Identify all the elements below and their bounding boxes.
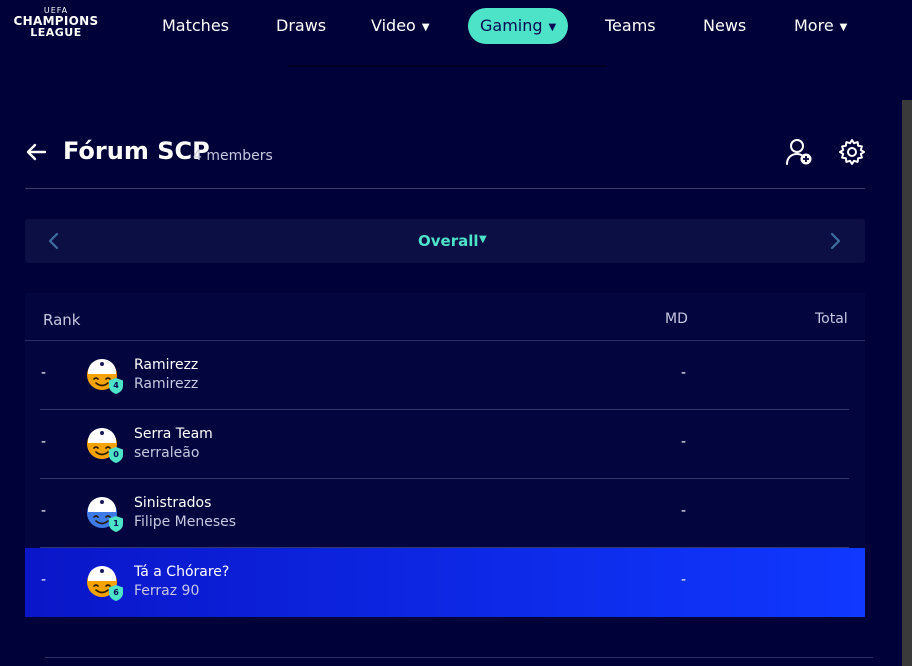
shield-badge: 4 xyxy=(109,378,123,394)
manager-name: Ramirezz xyxy=(134,376,199,392)
nav-draws[interactable]: Draws xyxy=(276,8,326,44)
manager-name: Ferraz 90 xyxy=(134,583,200,599)
badge-number: 1 xyxy=(113,519,119,528)
period-dropdown[interactable]: Overall xyxy=(418,232,479,250)
nav-gaming-label: Gaming xyxy=(480,16,543,35)
matchday-points: - xyxy=(681,434,687,450)
shield-badge: 0 xyxy=(109,447,123,463)
nav-matches-label: Matches xyxy=(162,16,229,35)
nav-draws-label: Draws xyxy=(276,16,327,35)
invite-member-button[interactable] xyxy=(784,137,814,167)
column-header-md: MD xyxy=(665,311,688,327)
nav-matches[interactable]: Matches xyxy=(162,8,229,44)
row-rank: - xyxy=(41,572,47,588)
table-row[interactable]: - 1 Sinistrados Filipe Meneses - xyxy=(25,479,865,548)
chevron-down-icon: ▼ xyxy=(479,234,487,245)
page-title: Fórum SCP xyxy=(63,137,210,165)
header-divider xyxy=(25,188,865,189)
top-navigation: UEFA CHAMPIONS LEAGUE Matches Draws Vide… xyxy=(0,0,912,56)
settings-button[interactable] xyxy=(837,137,867,167)
shield-badge: 1 xyxy=(109,516,123,532)
nav-more-label: More xyxy=(794,16,834,35)
chevron-down-icon: ▼ xyxy=(839,22,848,33)
table-row[interactable]: - 4 Ramirezz Ramirezz - xyxy=(25,341,865,410)
nav-video-label: Video xyxy=(371,16,416,35)
table-row[interactable]: - 6 Tá a Chórare? Ferraz 90 - xyxy=(25,548,865,617)
chevron-left-icon xyxy=(48,232,59,250)
row-rank: - xyxy=(41,434,47,450)
team-name[interactable]: Tá a Chórare? xyxy=(134,564,229,580)
gear-icon xyxy=(839,139,865,165)
nav-video[interactable]: Video ▼ xyxy=(371,8,430,44)
team-name[interactable]: Serra Team xyxy=(134,426,213,442)
badge-number: 0 xyxy=(113,450,119,459)
team-name[interactable]: Ramirezz xyxy=(134,357,198,373)
team-name[interactable]: Sinistrados xyxy=(134,495,211,511)
arrow-left-icon xyxy=(26,143,47,161)
nav-teams-label: Teams xyxy=(605,16,656,35)
back-button[interactable] xyxy=(24,140,48,164)
logo-line-3: LEAGUE xyxy=(30,26,82,39)
manager-name: serraleão xyxy=(134,445,200,461)
column-header-total: Total xyxy=(815,311,848,327)
row-rank: - xyxy=(41,503,47,519)
previous-period-button[interactable] xyxy=(45,230,63,252)
nav-more[interactable]: More ▼ xyxy=(794,8,847,44)
badge-number: 4 xyxy=(113,381,119,390)
nav-gaming[interactable]: Gaming ▼ xyxy=(468,8,569,44)
matchday-points: - xyxy=(681,365,687,381)
shield-badge: 6 xyxy=(109,585,123,601)
chevron-right-icon xyxy=(830,232,841,250)
nav-teams[interactable]: Teams xyxy=(605,8,656,44)
nav-divider xyxy=(288,65,606,67)
chevron-down-icon: ▼ xyxy=(548,22,557,33)
matchday-points: - xyxy=(681,572,687,588)
champions-league-logo[interactable]: UEFA CHAMPIONS LEAGUE xyxy=(10,6,102,48)
matchday-points: - xyxy=(681,503,687,519)
member-count: 4 members xyxy=(193,148,273,164)
nav-news-label: News xyxy=(703,16,747,35)
badge-number: 6 xyxy=(113,588,119,597)
next-period-button[interactable] xyxy=(826,230,844,252)
table-bottom-divider xyxy=(45,657,873,658)
table-row[interactable]: - 0 Serra Team serraleão - xyxy=(25,410,865,479)
scrollbar[interactable] xyxy=(902,100,912,666)
nav-news[interactable]: News xyxy=(703,8,746,44)
column-header-rank: Rank xyxy=(43,311,81,329)
manager-name: Filipe Meneses xyxy=(134,514,237,530)
row-rank: - xyxy=(41,365,47,381)
chevron-down-icon: ▼ xyxy=(421,22,430,33)
add-user-icon xyxy=(786,139,812,165)
